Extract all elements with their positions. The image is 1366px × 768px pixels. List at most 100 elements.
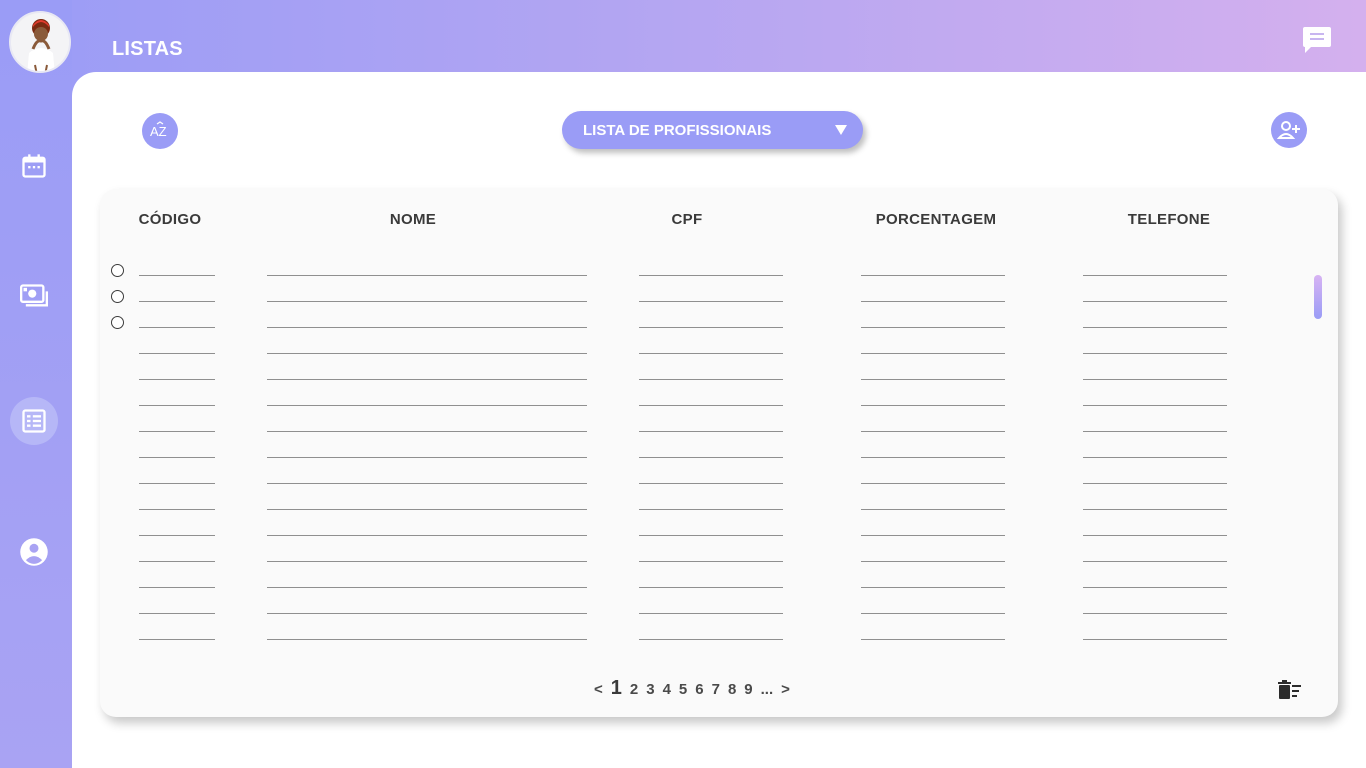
list-type-dropdown[interactable]: LISTA DE PROFISSIONAIS (562, 111, 863, 149)
cell-nome (267, 301, 587, 302)
money-icon (20, 284, 48, 307)
cell-nome (267, 379, 587, 380)
page-2[interactable]: 2 (630, 681, 638, 698)
sidebar-item-lists[interactable] (10, 397, 58, 445)
page-4[interactable]: 4 (663, 681, 671, 698)
cell-cpf (639, 509, 783, 510)
cell-telefone (1083, 561, 1227, 562)
cell-codigo (139, 353, 215, 354)
professionals-table: CÓDIGO NOME CPF PORCENTAGEM TELEFONE < 1… (100, 189, 1338, 717)
cell-porcentagem (861, 483, 1005, 484)
cell-nome (267, 275, 587, 276)
column-header-porcentagem[interactable]: PORCENTAGEM (836, 211, 1036, 228)
cell-codigo (139, 613, 215, 614)
page-1[interactable]: 1 (611, 677, 622, 700)
cell-nome (267, 561, 587, 562)
page-8[interactable]: 8 (728, 681, 736, 698)
cell-porcentagem (861, 379, 1005, 380)
cell-cpf (639, 639, 783, 640)
cell-nome (267, 639, 587, 640)
cell-telefone (1083, 535, 1227, 536)
delete-selected-button[interactable] (1277, 679, 1303, 701)
cell-porcentagem (861, 639, 1005, 640)
sidebar (0, 0, 72, 768)
pagination-prev[interactable]: < (594, 681, 603, 698)
cell-telefone (1083, 327, 1227, 328)
dropdown-label: LISTA DE PROFISSIONAIS (583, 121, 772, 139)
cell-porcentagem (861, 509, 1005, 510)
cell-porcentagem (861, 431, 1005, 432)
row-select-radio[interactable] (111, 290, 124, 303)
cell-codigo (139, 587, 215, 588)
cell-telefone (1083, 353, 1227, 354)
main-panel: AZ LISTA DE PROFISSIONAIS CÓDIGO NOME CP… (72, 72, 1366, 768)
column-header-nome[interactable]: NOME (313, 211, 513, 228)
cell-telefone (1083, 639, 1227, 640)
page-5[interactable]: 5 (679, 681, 687, 698)
cell-telefone (1083, 457, 1227, 458)
cell-telefone (1083, 483, 1227, 484)
cell-codigo (139, 301, 215, 302)
cell-codigo (139, 457, 215, 458)
cell-porcentagem (861, 353, 1005, 354)
page-7[interactable]: 7 (712, 681, 720, 698)
cell-cpf (639, 457, 783, 458)
cell-nome (267, 483, 587, 484)
chat-button[interactable] (1301, 25, 1333, 55)
cell-porcentagem (861, 535, 1005, 536)
cell-nome (267, 327, 587, 328)
cell-cpf (639, 327, 783, 328)
cell-nome (267, 587, 587, 588)
cell-codigo (139, 275, 215, 276)
cell-nome (267, 353, 587, 354)
add-user-button[interactable] (1271, 112, 1307, 148)
cell-nome (267, 431, 587, 432)
page-6[interactable]: 6 (695, 681, 703, 698)
cell-codigo (139, 379, 215, 380)
calendar-icon (22, 154, 46, 178)
row-select-radio[interactable] (111, 316, 124, 329)
sidebar-item-profile[interactable] (10, 528, 58, 576)
cell-codigo (139, 535, 215, 536)
page-9[interactable]: 9 (744, 681, 752, 698)
column-header-cpf[interactable]: CPF (587, 211, 787, 228)
cell-telefone (1083, 431, 1227, 432)
cell-codigo (139, 483, 215, 484)
page-title: LISTAS (112, 38, 183, 60)
row-select-radio[interactable] (111, 264, 124, 277)
cell-nome (267, 457, 587, 458)
cell-porcentagem (861, 405, 1005, 406)
page-3[interactable]: 3 (646, 681, 654, 698)
sidebar-item-calendar[interactable] (10, 142, 58, 190)
account-icon (20, 538, 48, 566)
cell-cpf (639, 587, 783, 588)
trash-icon (1278, 680, 1301, 699)
scrollbar-thumb[interactable] (1314, 275, 1322, 319)
cell-porcentagem (861, 587, 1005, 588)
add-user-icon (1277, 121, 1300, 139)
cell-porcentagem (861, 301, 1005, 302)
chevron-down-icon (835, 125, 847, 135)
cell-porcentagem (861, 457, 1005, 458)
avatar[interactable] (9, 11, 71, 73)
cell-telefone (1083, 587, 1227, 588)
cell-cpf (639, 275, 783, 276)
cell-porcentagem (861, 327, 1005, 328)
cell-telefone (1083, 379, 1227, 380)
cell-codigo (139, 561, 215, 562)
cell-cpf (639, 405, 783, 406)
cell-telefone (1083, 509, 1227, 510)
avatar-image (11, 13, 69, 71)
column-header-codigo[interactable]: CÓDIGO (70, 211, 270, 228)
sidebar-item-payments[interactable] (10, 272, 58, 320)
pagination-ellipsis[interactable]: ... (761, 681, 774, 698)
cell-telefone (1083, 301, 1227, 302)
cell-nome (267, 405, 587, 406)
cell-telefone (1083, 275, 1227, 276)
chat-icon (1303, 27, 1331, 53)
pagination-next[interactable]: > (781, 681, 790, 698)
cell-cpf (639, 353, 783, 354)
cell-codigo (139, 431, 215, 432)
column-header-telefone[interactable]: TELEFONE (1069, 211, 1269, 228)
sort-az-button[interactable]: AZ (142, 113, 178, 149)
